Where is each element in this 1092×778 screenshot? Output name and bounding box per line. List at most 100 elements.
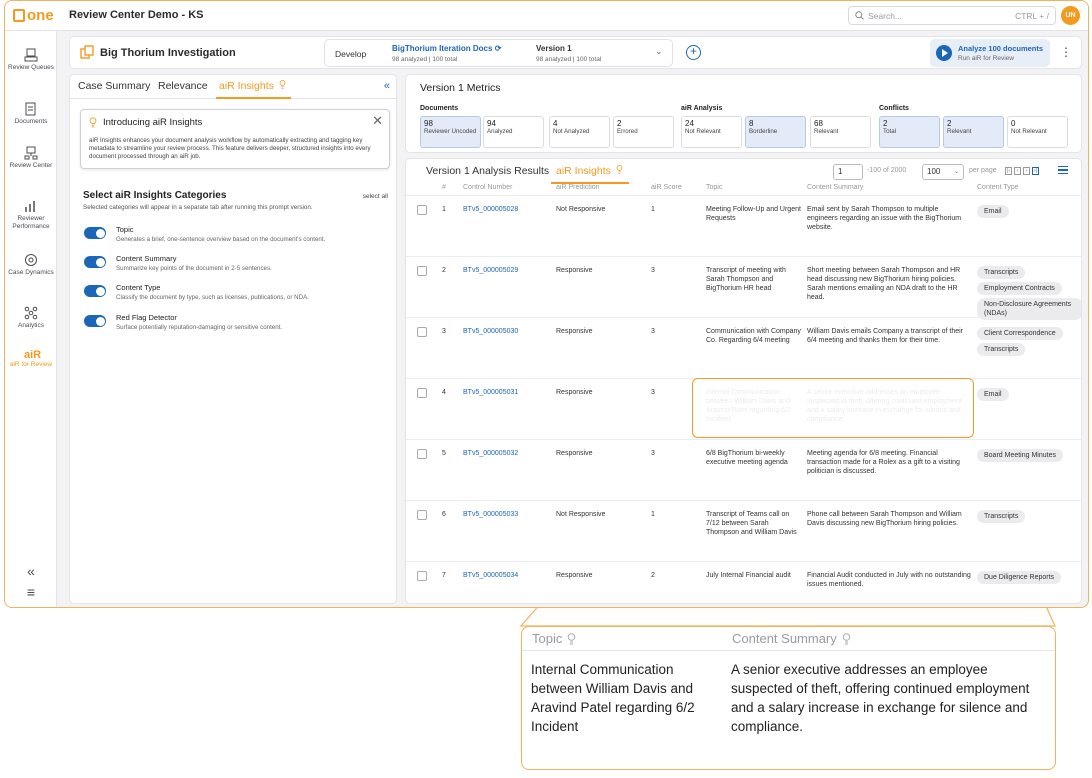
col-air-prediction[interactable]: aiR Prediction [556,184,600,191]
row-checkbox[interactable] [417,266,427,276]
intro-title-text: Introducing aiR Insights [103,117,203,128]
tab-relevance[interactable]: Relevance [158,80,208,92]
metric-conflicts-relevant[interactable]: 2 Relevant [943,116,1004,148]
metric-relevant[interactable]: 68 Relevant [810,116,871,148]
col-content-summary[interactable]: Content Summary [807,184,863,191]
case-icon [80,45,94,59]
control-number-link[interactable]: BTv5_000005031 [463,388,518,397]
more-options-icon[interactable]: ⋮ [1060,45,1072,59]
row-checkbox[interactable] [417,449,427,459]
table-row[interactable]: 5 BTv5_000005032 Responsive 3 6/8 BigThorium… [406,439,1081,500]
menu-icon[interactable]: ≡ [5,584,57,600]
topic-cell: Communication with Company Co. Regarding… [706,328,801,344]
metric-conflicts-total[interactable]: 2 Total [879,116,940,148]
tab-results-air-insights[interactable]: aiR Insights [556,165,623,177]
next-page-icon[interactable]: › [1023,167,1030,175]
prompt-sub: 98 analyzed | 100 total [392,56,458,63]
list-view-icon[interactable] [1058,166,1068,174]
case-title: Big Thorium Investigation [100,47,236,59]
left-panel: Case Summary Relevance aiR Insights « In… [69,74,397,604]
metric-borderline[interactable]: 8 Borderline [745,116,806,148]
play-icon [936,45,952,61]
review-queues-icon [24,48,38,62]
refresh-icon[interactable]: ⟳ [495,44,502,53]
metric-reviewer-uncoded[interactable]: 98 Reviewer Uncoded [420,116,481,148]
collapse-rail-icon[interactable]: « [5,563,57,579]
rail-item-review-center[interactable]: Review Center [5,146,57,170]
content-type-badge: Employment Contracts [977,282,1062,295]
search-input[interactable]: Search... CTRL + / [848,6,1056,25]
metric-not-analyzed[interactable]: 4 Not Analyzed [549,116,610,148]
chevron-down-icon[interactable]: ⌄ [655,46,663,57]
control-number-link[interactable]: BTv5_000005029 [463,266,518,275]
table-row[interactable]: 7 BTv5_000005034 Responsive 2 July Internal … [406,561,1081,603]
table-row[interactable]: 2 BTv5_000005029 Responsive 3 Transcript of … [406,256,1081,320]
control-number-link[interactable]: BTv5_000005033 [463,510,518,519]
page-range: -100 of 2000 [867,167,907,174]
search-shortcut: CTRL + / [1015,10,1049,21]
col-air-score[interactable]: aiR Score [651,184,682,191]
metric-conflicts-not-relevant[interactable]: 0 Not Relevant [1007,116,1068,148]
prompt-link[interactable]: BigThorium Iteration Docs ⟳ [392,44,501,53]
air-score: 3 [651,267,655,274]
content-summary-cell: Short meeting between Sarah Thompson and… [807,267,961,301]
results-panel: Version 1 Analysis Results aiR Insights … [405,158,1082,604]
search-placeholder: Search... [868,10,903,21]
intro-title: Introducing aiR Insights [89,117,202,128]
rail-item-reviewer-performance[interactable]: Reviewer Performance [5,199,57,231]
red-flag-toggle[interactable] [84,315,106,327]
row-checkbox[interactable] [417,510,427,520]
rail-item-documents[interactable]: Documents [5,102,57,126]
select-all-link[interactable]: select all [363,193,388,200]
add-version-button[interactable]: + [686,45,701,60]
table-row[interactable]: 1 BTv5_000005028 Not Responsive 1 Meeting Fo… [406,195,1081,256]
metric-not-relevant[interactable]: 24 Not Relevant [681,116,742,148]
row-checkbox[interactable] [417,327,427,337]
prev-page-icon[interactable]: ‹ [1014,167,1021,175]
content-type-cell: Due Diligence Reports [977,571,1081,587]
case-dynamics-icon [25,254,37,266]
analyze-button[interactable]: Analyze 100 documents Run aiR for Review [930,39,1050,67]
control-number-link[interactable]: BTv5_000005032 [463,449,518,458]
chevron-down-icon: ⌄ [953,169,959,175]
col-content-type[interactable]: Content Type [977,184,1019,191]
table-row[interactable]: 6 BTv5_000005033 Not Responsive 1 Transcript… [406,500,1081,561]
control-number-link[interactable]: BTv5_000005034 [463,571,518,580]
rail-item-case-dynamics[interactable]: Case Dynamics [5,253,57,277]
metric-errored[interactable]: 2 Errored [613,116,674,148]
avatar[interactable]: UN [1061,6,1080,25]
content-type-badge: Transcripts [977,266,1026,279]
rail-item-air-for-review[interactable]: aiR aiR for Review [5,350,57,369]
topic-toggle[interactable] [84,227,106,239]
table-row[interactable]: 3 BTv5_000005030 Responsive 3 Communication … [406,317,1081,378]
rail-item-analytics[interactable]: Analytics [5,306,57,330]
lightbulb-icon [568,632,576,644]
content-type-toggle[interactable] [84,285,106,297]
tab-analysis-results[interactable]: Version 1 Analysis Results [426,165,549,177]
col-topic[interactable]: Topic [706,184,722,191]
rail-item-review-queues[interactable]: Review Queues [5,48,57,72]
row-checkbox[interactable] [417,205,427,215]
app-window: one Review Center Demo - KS Search... CT… [4,0,1089,608]
control-number-link[interactable]: BTv5_000005030 [463,327,518,336]
first-page-icon[interactable]: |‹ [1005,167,1012,175]
row-checkbox[interactable] [417,571,427,581]
content-summary-toggle[interactable] [84,256,106,268]
category-name: Content Type [116,283,161,292]
last-page-icon[interactable]: ›| [1032,167,1039,175]
metric-analyzed[interactable]: 94 Analyzed [483,116,544,148]
collapse-panel-icon[interactable]: « [384,80,390,92]
prompt-version-selector[interactable]: Develop BigThorium Iteration Docs ⟳ 98 a… [324,39,673,67]
tab-air-insights[interactable]: aiR Insights [219,80,286,92]
close-icon[interactable]: ✕ [372,113,383,129]
page-size-select[interactable]: 100 ⌄ [922,164,964,180]
insight-callout: Topic Content Summary Internal Communica… [521,626,1056,770]
tab-case-summary[interactable]: Case Summary [78,80,150,92]
lightbulb-icon [842,632,851,644]
page-input[interactable]: 1 [833,164,863,180]
row-checkbox[interactable] [417,388,427,398]
metric-label: Not Analyzed [553,128,590,135]
col-control-number[interactable]: Control Number [463,184,512,191]
app-logo[interactable]: one [13,7,54,24]
control-number-link[interactable]: BTv5_000005028 [463,205,518,214]
